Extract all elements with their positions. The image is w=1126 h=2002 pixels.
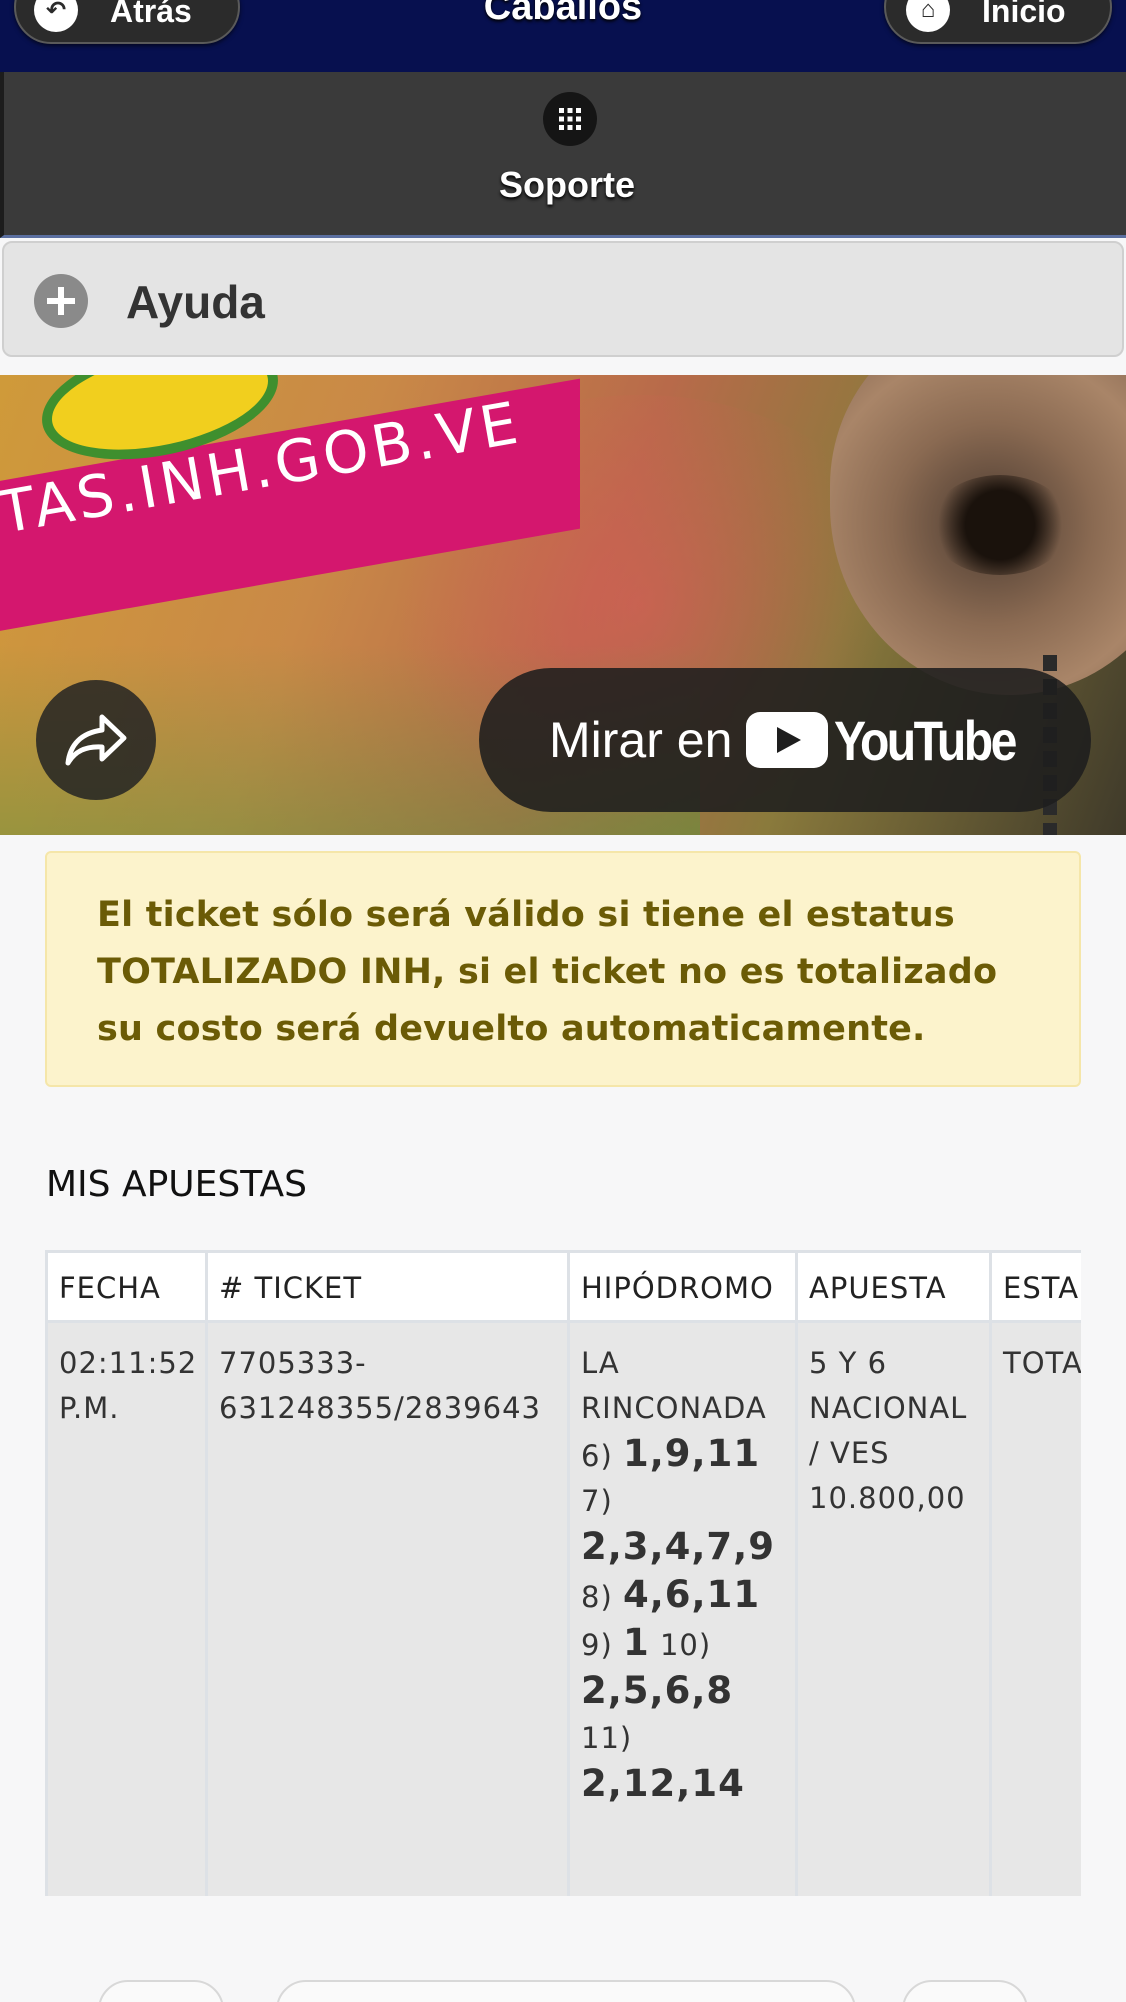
table-header-row: FECHA # TICKET HIPÓDROMO APUESTA ESTA [45,1250,1081,1323]
youtube-wordmark: YouTube [834,708,1017,772]
plus-circle-icon [34,274,88,328]
bets-table-scroll[interactable]: FECHA # TICKET HIPÓDROMO APUESTA ESTA 02… [45,1250,1081,1896]
bottom-nav-button[interactable] [902,1980,1028,2002]
cell-estatus: TOTA INH [989,1320,1081,1896]
cell-ticket: 7705333-631248355/2839643 [205,1320,570,1896]
youtube-play-icon [746,712,829,768]
cell-hipodromo: LA RINCONADA 6) 1,9,11 7) 2,3,4,7,9 8) 4… [567,1320,798,1896]
race-pick: 7) 2,3,4,7,9 [581,1484,775,1568]
cell-fecha: 02:11:52 P.M. [45,1320,208,1896]
top-header: ↶ Atrás Caballos ⌂ Inicio [0,0,1126,72]
table-row: 02:11:52 P.M. 7705333-631248355/2839643 … [45,1320,1081,1896]
race-pick: 11) 2,12,14 [581,1721,745,1805]
bottom-nav-button[interactable] [98,1980,224,2002]
home-button-label: Inicio [982,0,1066,29]
home-button[interactable]: ⌂ Inicio [884,0,1112,44]
watch-on-youtube-button[interactable]: Mirar en YouTube [479,668,1091,812]
column-header: HIPÓDROMO [567,1250,798,1323]
track-name: LA RINCONADA [581,1346,767,1425]
watch-label: Mirar en [549,712,733,768]
race-pick: 6) 1,9,11 [581,1432,761,1475]
bottom-nav-pill[interactable] [276,1980,856,2002]
section-title: MIS APUESTAS [46,1164,307,1205]
ticket-warning-alert: El ticket sólo será válido si tiene el e… [45,851,1081,1087]
share-arrow-icon [65,714,127,766]
video-embed[interactable]: TAS.INH.GOB.VE Mirar en YouTube [0,375,1126,835]
soporte-nav-item[interactable]: Soporte [0,72,1126,238]
home-icon: ⌂ [906,0,950,32]
cell-apuesta: 5 Y 6 NACIONAL / VES 10.800,00 [795,1320,992,1896]
youtube-logo: YouTube [746,708,1044,773]
race-pick: 8) 4,6,11 [581,1573,761,1616]
bets-table: FECHA # TICKET HIPÓDROMO APUESTA ESTA 02… [45,1250,1081,1896]
column-header: FECHA [45,1250,208,1323]
share-button[interactable] [36,680,156,800]
column-header: # TICKET [205,1250,570,1323]
ayuda-collapsible[interactable]: Ayuda [2,241,1124,357]
soporte-label: Soporte [498,164,635,205]
column-header: APUESTA [795,1250,992,1323]
race-pick: 9) 1 [581,1621,650,1664]
ayuda-label: Ayuda [126,276,265,328]
column-header: ESTA [989,1250,1081,1323]
grid-icon [543,92,597,146]
